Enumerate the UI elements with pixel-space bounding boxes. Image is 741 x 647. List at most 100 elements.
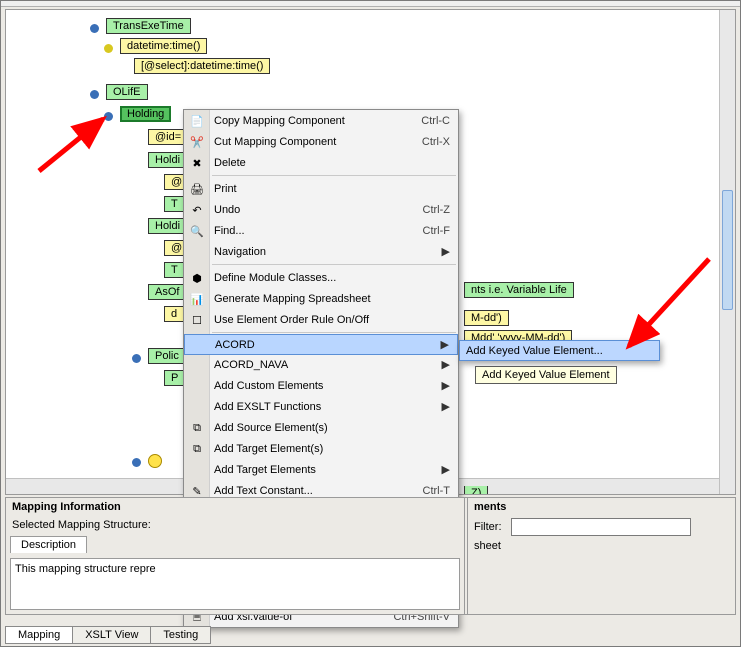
selected-structure-label: Selected Mapping Structure: (6, 516, 157, 534)
mapping-info-title: Mapping Information (6, 498, 464, 516)
node-variable-life-frag[interactable]: nts i.e. Variable Life (464, 282, 574, 298)
tree-expand-dot[interactable] (104, 112, 113, 121)
node-transexetime[interactable]: TransExeTime (106, 18, 191, 34)
elements-pane: ments Filter: sheet (468, 498, 735, 614)
menu-define-module[interactable]: ⬢ Define Module Classes... (184, 267, 458, 288)
node-d[interactable]: d (164, 306, 184, 322)
menu-label: Add Text Constant... (214, 485, 313, 497)
node-datetime-time[interactable]: datetime:time() (120, 38, 207, 54)
hint-bulb-icon[interactable] (148, 454, 162, 468)
menu-label: Define Module Classes... (214, 272, 336, 284)
node-select-datetime-time[interactable]: [@select]:datetime:time() (134, 58, 270, 74)
elements-title-frag: ments (468, 498, 735, 516)
window-toolbar (1, 1, 740, 7)
menu-shortcut: Ctrl-X (422, 136, 450, 148)
menu-shortcut: Ctrl-F (423, 225, 451, 237)
node-date-frag[interactable]: M-dd') (464, 310, 509, 326)
node-t[interactable]: T (164, 262, 185, 278)
menu-shortcut: Ctrl-T (423, 485, 451, 497)
submenu-label: Add Keyed Value Element... (466, 345, 603, 357)
submenu-arrow-icon: ▶ (442, 358, 450, 371)
add-target-icon: ⧉ (189, 441, 205, 457)
menu-add-source-elements[interactable]: ⧉ Add Source Element(s) (184, 417, 458, 438)
module-icon: ⬢ (189, 270, 205, 286)
menu-label: Cut Mapping Component (214, 136, 336, 148)
filter-input[interactable] (511, 518, 691, 536)
tooltip-add-keyed-value: Add Keyed Value Element (475, 366, 617, 384)
menu-label: Add EXSLT Functions (214, 401, 321, 413)
menu-label: Add Target Elements (214, 464, 316, 476)
cut-icon: ✂️ (189, 134, 205, 150)
node-holding-selected[interactable]: Holding (120, 106, 171, 122)
menu-print[interactable]: 🖨 Print (184, 178, 458, 199)
menu-label: Add Source Element(s) (214, 422, 328, 434)
tree-expand-dot[interactable] (132, 458, 141, 467)
menu-shortcut: Ctrl-Z (423, 204, 451, 216)
menu-add-custom-elements[interactable]: Add Custom Elements ▶ (184, 375, 458, 396)
menu-undo[interactable]: ↶ Undo Ctrl-Z (184, 199, 458, 220)
menu-label: Navigation (214, 246, 266, 258)
tab-description[interactable]: Description (10, 536, 87, 553)
node-t[interactable]: T (164, 196, 185, 212)
description-text: This mapping structure repre (15, 563, 156, 575)
mapping-info-pane: Mapping Information Selected Mapping Str… (6, 498, 464, 614)
menu-generate-spreadsheet[interactable]: 📊 Generate Mapping Spreadsheet (184, 288, 458, 309)
tab-xslt-view[interactable]: XSLT View (72, 626, 151, 644)
menu-label: Add Target Element(s) (214, 443, 323, 455)
submenu-arrow-icon: ▶ (442, 400, 450, 413)
tree-expand-dot[interactable] (90, 24, 99, 33)
menu-acord[interactable]: ACORD ▶ (184, 334, 458, 355)
node-polic[interactable]: Polic (148, 348, 186, 364)
menu-label: ACORD_NAVA (214, 359, 288, 371)
menu-label: Generate Mapping Spreadsheet (214, 293, 371, 305)
copy-icon: 📄 (189, 113, 205, 129)
print-icon: 🖨 (189, 181, 205, 197)
tab-testing[interactable]: Testing (150, 626, 211, 644)
add-source-icon: ⧉ (189, 420, 205, 436)
submenu-arrow-icon: ▶ (442, 379, 450, 392)
checkbox-icon: ☐ (189, 312, 205, 328)
scrollbar-thumb[interactable] (722, 190, 733, 310)
menu-separator (212, 332, 456, 333)
menu-copy-mapping[interactable]: 📄 Copy Mapping Component Ctrl-C (184, 110, 458, 131)
menu-add-target-element[interactable]: ⧉ Add Target Element(s) (184, 438, 458, 459)
tab-mapping[interactable]: Mapping (5, 626, 73, 644)
menu-shortcut: Ctrl-C (421, 115, 450, 127)
tree-expand-dot[interactable] (104, 44, 113, 53)
menu-label: Copy Mapping Component (214, 115, 345, 127)
menu-label: Delete (214, 157, 246, 169)
tree-expand-dot[interactable] (132, 354, 141, 363)
undo-icon: ↶ (189, 202, 205, 218)
menu-separator (212, 264, 456, 265)
submenu-arrow-icon: ▶ (442, 245, 450, 258)
submenu-arrow-icon: ▶ (442, 463, 450, 476)
node-holdi[interactable]: Holdi (148, 218, 187, 234)
menu-label: Use Element Order Rule On/Off (214, 314, 369, 326)
menu-label: Find... (214, 225, 245, 237)
menu-cut-mapping[interactable]: ✂️ Cut Mapping Component Ctrl-X (184, 131, 458, 152)
menu-add-target-elements[interactable]: Add Target Elements ▶ (184, 459, 458, 480)
filter-label: Filter: (474, 518, 508, 536)
delete-icon: ✖ (189, 155, 205, 171)
find-icon: 🔍 (189, 223, 205, 239)
node-asof[interactable]: AsOf (148, 284, 186, 300)
vertical-scrollbar[interactable] (719, 10, 735, 494)
menu-acord-nava[interactable]: ACORD_NAVA ▶ (184, 354, 458, 375)
node-holdi[interactable]: Holdi (148, 152, 187, 168)
tree-expand-dot[interactable] (90, 90, 99, 99)
menu-navigation[interactable]: Navigation ▶ (184, 241, 458, 262)
menu-add-exslt[interactable]: Add EXSLT Functions ▶ (184, 396, 458, 417)
menu-delete[interactable]: ✖ Delete (184, 152, 458, 173)
description-textarea[interactable]: This mapping structure repre (10, 558, 460, 610)
submenu-add-keyed-value[interactable]: Add Keyed Value Element... (459, 340, 660, 361)
sheet-frag-label: sheet (468, 538, 735, 554)
menu-label: Print (214, 183, 237, 195)
menu-label: Undo (214, 204, 240, 216)
menu-use-element-order[interactable]: ☐ Use Element Order Rule On/Off (184, 309, 458, 330)
node-olife[interactable]: OLifE (106, 84, 148, 100)
info-panel: Mapping Information Selected Mapping Str… (5, 497, 736, 615)
menu-separator (212, 175, 456, 176)
menu-label: ACORD (215, 339, 255, 351)
menu-find[interactable]: 🔍 Find... Ctrl-F (184, 220, 458, 241)
bottom-tab-bar: Mapping XSLT View Testing (5, 626, 210, 644)
